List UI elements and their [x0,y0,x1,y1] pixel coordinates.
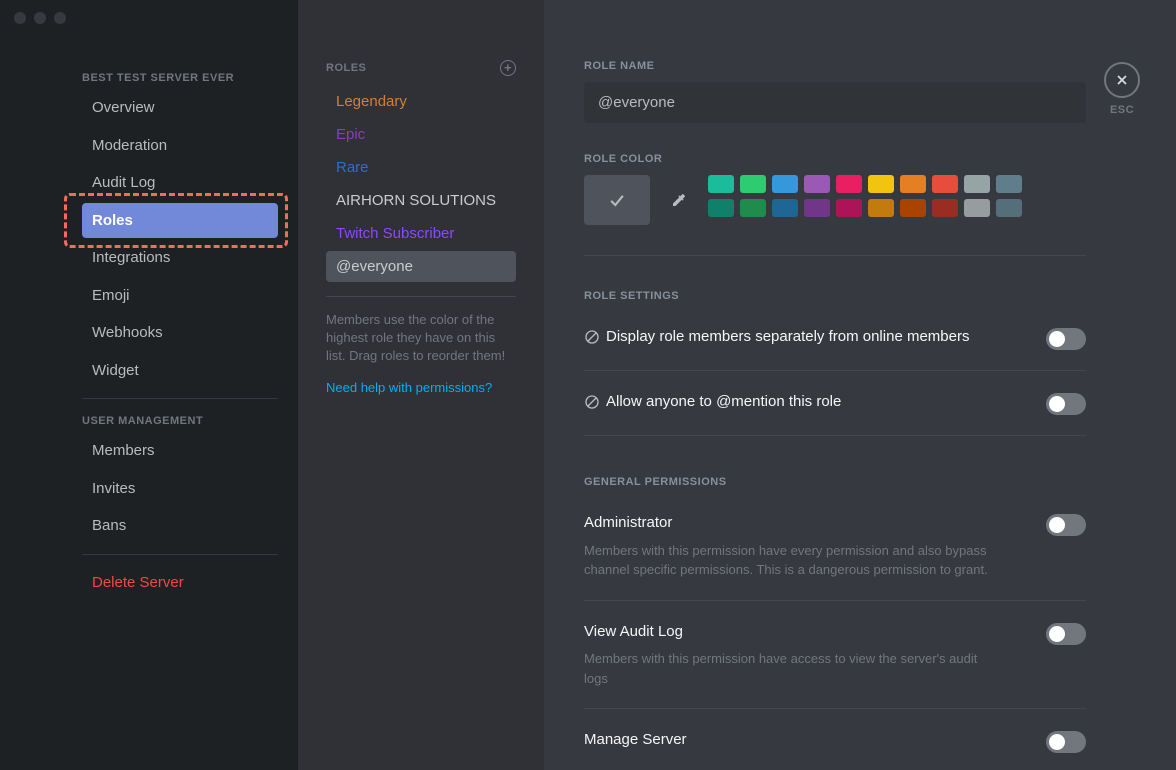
color-swatch[interactable] [964,199,990,217]
color-swatch[interactable] [772,199,798,217]
permissions-help-link[interactable]: Need help with permissions? [326,380,516,395]
window-traffic-lights [14,12,66,24]
role-item[interactable]: Legendary [326,86,516,117]
roles-list-panel: ROLES + LegendaryEpicRareAIRHORN SOLUTIO… [298,0,544,770]
manage-server-label: Manage Server [584,729,1026,752]
close-settings-button[interactable]: ESC [1104,62,1140,116]
sidebar-divider-2 [82,554,278,555]
color-swatch[interactable] [900,175,926,193]
nav-invites[interactable]: Invites [82,471,278,507]
color-swatch[interactable] [996,199,1022,217]
role-item[interactable]: Twitch Subscriber [326,218,516,249]
role-editor-panel: ROLE NAME ROLE COLOR ROLE SETTINGS Displ… [544,0,1176,770]
nav-moderation[interactable]: Moderation [82,128,278,164]
color-swatch[interactable] [932,175,958,193]
role-item[interactable]: @everyone [326,251,516,282]
role-settings-heading: ROLE SETTINGS [584,290,1086,302]
nav-audit-log[interactable]: Audit Log [82,165,278,201]
color-swatch[interactable] [708,175,734,193]
color-swatch[interactable] [708,199,734,217]
server-name-header: BEST TEST SERVER EVER [82,66,278,90]
color-swatch[interactable] [932,199,958,217]
color-swatch[interactable] [740,175,766,193]
nav-widget[interactable]: Widget [82,353,278,389]
color-swatch[interactable] [836,199,862,217]
administrator-desc: Members with this permission have every … [584,541,994,580]
nav-overview[interactable]: Overview [82,90,278,126]
display-separately-toggle[interactable] [1046,328,1086,350]
color-swatch[interactable] [740,199,766,217]
default-color-swatch[interactable] [584,175,650,225]
nav-webhooks[interactable]: Webhooks [82,315,278,351]
color-swatch-grid [708,175,1022,217]
general-permissions-heading: GENERAL PERMISSIONS [584,476,1086,488]
nav-delete-server[interactable]: Delete Server [82,565,278,601]
roles-divider [326,296,516,297]
color-swatch[interactable] [804,199,830,217]
settings-sidebar: BEST TEST SERVER EVER Overview Moderatio… [0,0,298,770]
allow-mention-toggle[interactable] [1046,393,1086,415]
roles-help-text: Members use the color of the highest rol… [326,311,516,366]
color-swatch[interactable] [964,175,990,193]
sidebar-divider [82,398,278,399]
close-label: ESC [1104,104,1140,116]
color-swatch[interactable] [804,175,830,193]
color-swatch[interactable] [996,175,1022,193]
check-icon [607,190,627,210]
color-swatch[interactable] [868,175,894,193]
color-swatch[interactable] [900,199,926,217]
role-name-input[interactable] [584,82,1086,123]
close-icon [1114,72,1130,88]
role-name-label: ROLE NAME [584,60,1086,72]
roles-header-label: ROLES [326,62,366,74]
administrator-toggle[interactable] [1046,514,1086,536]
nav-emoji[interactable]: Emoji [82,278,278,314]
manage-server-toggle[interactable] [1046,731,1086,753]
disabled-icon [584,394,600,410]
nav-bans[interactable]: Bans [82,508,278,544]
role-item[interactable]: AIRHORN SOLUTIONS [326,185,516,216]
role-item[interactable]: Epic [326,119,516,150]
color-swatch[interactable] [772,175,798,193]
nav-roles[interactable]: Roles [82,203,278,239]
view-audit-log-toggle[interactable] [1046,623,1086,645]
display-separately-label: Display role members separately from onl… [584,326,1046,349]
administrator-label: Administrator [584,512,1026,535]
color-swatch[interactable] [868,199,894,217]
nav-integrations[interactable]: Integrations [82,240,278,276]
allow-mention-label: Allow anyone to @mention this role [584,391,1046,414]
role-item[interactable]: Rare [326,152,516,183]
view-audit-log-label: View Audit Log [584,621,1026,644]
color-swatch[interactable] [836,175,862,193]
view-audit-log-desc: Members with this permission have access… [584,649,994,688]
eyedropper-button[interactable] [664,175,694,225]
user-management-header: USER MANAGEMENT [82,409,278,433]
nav-members[interactable]: Members [82,433,278,469]
add-role-button[interactable]: + [500,60,516,76]
role-color-label: ROLE COLOR [584,153,1086,165]
eyedropper-icon [671,192,687,208]
disabled-icon [584,329,600,345]
